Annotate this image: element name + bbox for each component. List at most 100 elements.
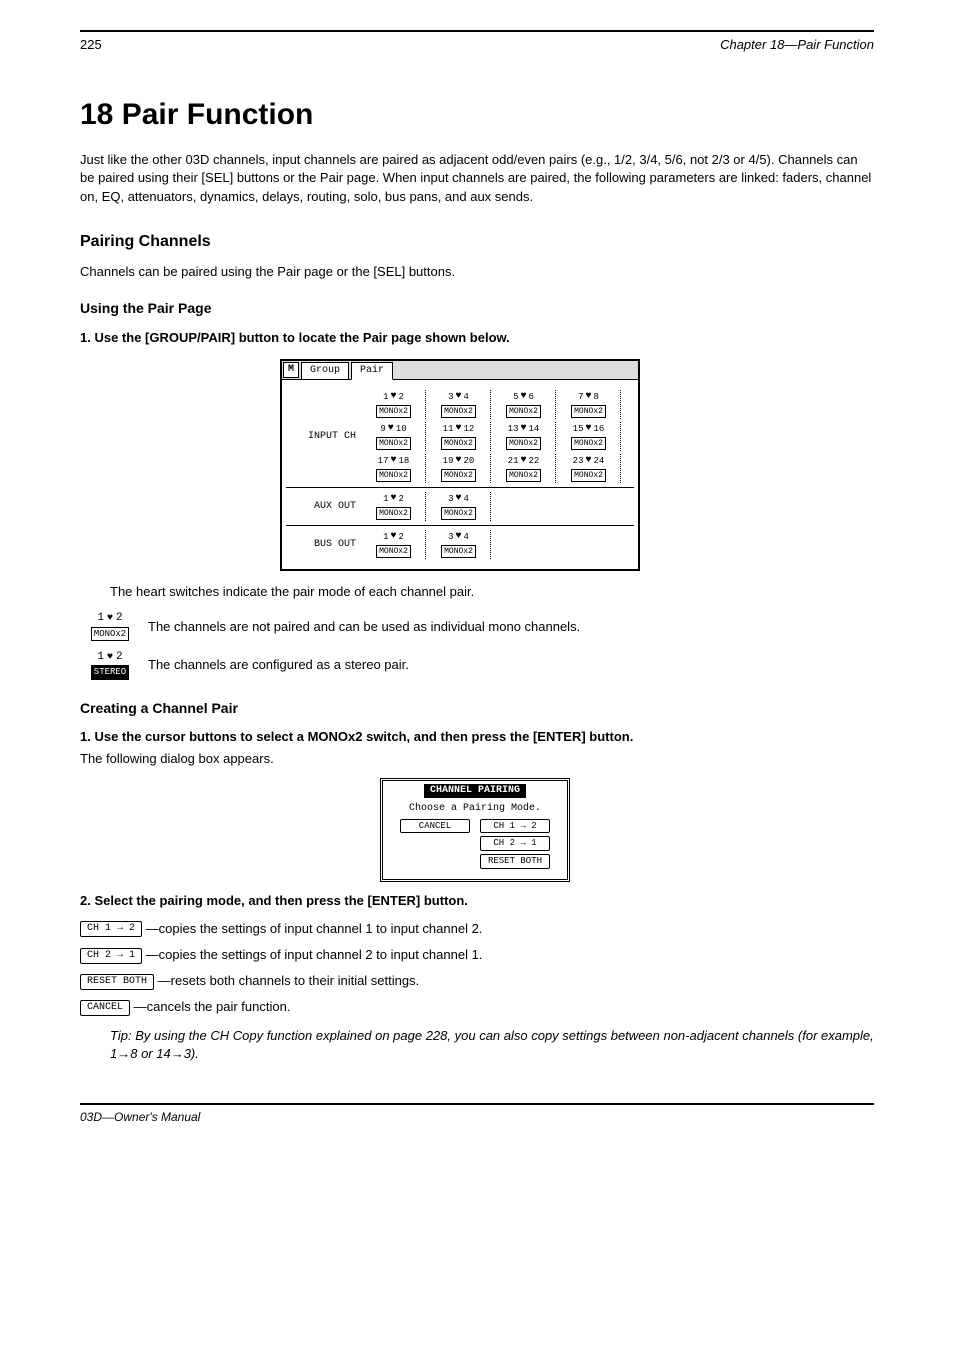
pair-switch[interactable]: 11 ♥ 12MONOx2: [431, 422, 491, 451]
page-header: 225 Chapter 18—Pair Function: [80, 30, 874, 54]
create-pair-step-2: 2. Select the pairing mode, and then pre…: [80, 892, 874, 910]
reset-both-button-inline[interactable]: RESET BOTH: [80, 974, 154, 990]
broken-heart-icon: ♥: [107, 612, 113, 626]
heart-icon: ♥: [107, 651, 113, 665]
pair-mode-button[interactable]: MONOx2: [441, 405, 476, 418]
broken-heart-icon: ♥: [388, 422, 394, 436]
step-1-text: Use the [GROUP/PAIR] button to locate th…: [94, 330, 509, 345]
channel-pairing-dialog: CHANNEL PAIRING Choose a Pairing Mode. C…: [380, 778, 570, 882]
heading-pairing-channels: Pairing Channels: [80, 231, 874, 253]
pair-mode-button[interactable]: MONOx2: [506, 437, 541, 450]
monox2-desc: The channels are not paired and can be u…: [148, 618, 580, 636]
pair-switch[interactable]: 3 ♥ 4MONOx2: [431, 390, 491, 419]
pair-example-stereo: 1 ♥ 2 STEREO: [80, 650, 140, 681]
pair-mode-button[interactable]: MONOx2: [376, 405, 411, 418]
pair-switch[interactable]: 7 ♥ 8MONOx2: [561, 390, 621, 419]
broken-heart-icon: ♥: [585, 454, 591, 468]
pair-switch[interactable]: 15 ♥ 16MONOx2: [561, 422, 621, 451]
pair-switch[interactable]: 19 ♥ 20MONOx2: [431, 454, 491, 483]
tab-pair[interactable]: Pair: [351, 362, 393, 380]
screen-section: INPUT CH1 ♥ 2MONOx23 ♥ 4MONOx25 ♥ 6MONOx…: [286, 386, 634, 488]
pair-switch[interactable]: 1 ♥ 2MONOx2: [366, 390, 426, 419]
broken-heart-icon: ♥: [390, 390, 396, 404]
pair-mode-button[interactable]: MONOx2: [571, 405, 606, 418]
broken-heart-icon: ♥: [455, 390, 461, 404]
pair-switch[interactable]: 1 ♥ 2MONOx2: [366, 492, 426, 521]
broken-heart-icon: ♥: [390, 492, 396, 506]
cancel-button-inline[interactable]: CANCEL: [80, 1000, 130, 1016]
pair-switch[interactable]: 23 ♥ 24MONOx2: [561, 454, 621, 483]
create-pair-step-1: 1. Use the cursor buttons to select a MO…: [80, 728, 874, 767]
tip-label: Tip:: [110, 1028, 132, 1043]
desc-ch12: —copies the settings of input channel 1 …: [146, 921, 483, 936]
ch2-to-1-button[interactable]: CH 2 → 1: [480, 836, 550, 851]
broken-heart-icon: ♥: [455, 492, 461, 506]
section-label: AUX OUT: [286, 500, 366, 514]
pair-mode-button[interactable]: MONOx2: [376, 545, 411, 558]
pair-switch[interactable]: 5 ♥ 6MONOx2: [496, 390, 556, 419]
pair-switch[interactable]: 3 ♥ 4MONOx2: [431, 530, 491, 559]
pair-mode-button[interactable]: MONOx2: [506, 405, 541, 418]
step-1-followup: The following dialog box appears.: [80, 750, 874, 768]
section-label: INPUT CH: [286, 430, 366, 444]
pair-switch[interactable]: 21 ♥ 22MONOx2: [496, 454, 556, 483]
cancel-button[interactable]: CANCEL: [400, 819, 470, 834]
stereo-desc: The channels are configured as a stereo …: [148, 656, 409, 674]
pair-mode-button[interactable]: MONOx2: [441, 437, 476, 450]
dialog-title: CHANNEL PAIRING: [424, 784, 526, 798]
pair-switch[interactable]: 13 ♥ 14MONOx2: [496, 422, 556, 451]
heading-using-pair-page: Using the Pair Page: [80, 299, 874, 319]
pair-example-monox2: 1 ♥ 2 MONOx2: [80, 611, 140, 642]
page-number: 225: [80, 36, 102, 54]
pair-mode-button[interactable]: MONOx2: [571, 437, 606, 450]
tip-body: By using the CH Copy function explained …: [110, 1028, 874, 1061]
heading-creating-channel-pair: Creating a Channel Pair: [80, 699, 874, 719]
pair-mode-button[interactable]: MONOx2: [506, 469, 541, 482]
pair-mode-button[interactable]: MONOx2: [441, 545, 476, 558]
screen-section: AUX OUT1 ♥ 2MONOx23 ♥ 4MONOx2: [286, 488, 634, 526]
step-1: 1. Use the [GROUP/PAIR] button to locate…: [80, 329, 874, 347]
desc-cancel: —cancels the pair function.: [134, 999, 291, 1014]
broken-heart-icon: ♥: [585, 390, 591, 404]
pair-mode-button[interactable]: MONOx2: [441, 507, 476, 520]
pair-left-num: 1: [97, 650, 104, 665]
pair-mode-button[interactable]: MONOx2: [376, 437, 411, 450]
pair-left-num: 1: [97, 611, 104, 626]
ch1-to-2-button[interactable]: CH 1 → 2: [480, 819, 550, 834]
pair-right-num: 2: [116, 611, 123, 626]
pair-switch[interactable]: 1 ♥ 2MONOx2: [366, 530, 426, 559]
pair-mode-button[interactable]: MONOx2: [571, 469, 606, 482]
ch2-to-1-button-inline[interactable]: CH 2 → 1: [80, 948, 142, 964]
tab-group[interactable]: Group: [301, 362, 349, 380]
screen-tabs: M Group Pair: [282, 361, 638, 380]
page-footer: 03D—Owner's Manual: [80, 1103, 874, 1126]
pair-mode-button[interactable]: MONOx2: [441, 469, 476, 482]
broken-heart-icon: ♥: [585, 422, 591, 436]
pair-switch[interactable]: 17 ♥ 18MONOx2: [366, 454, 426, 483]
tip-paragraph: Tip: By using the CH Copy function expla…: [110, 1027, 874, 1063]
step-1-num: 1.: [80, 330, 91, 345]
section-label: BUS OUT: [286, 538, 366, 552]
pair-switch[interactable]: 3 ♥ 4MONOx2: [431, 492, 491, 521]
desc-ch21: —copies the settings of input channel 2 …: [146, 947, 483, 962]
dialog-prompt: Choose a Pairing Mode.: [390, 802, 560, 816]
heart-switch-desc: The heart switches indicate the pair mod…: [110, 583, 874, 601]
mode-stereo: STEREO: [91, 665, 129, 680]
mode-monox2: MONOx2: [91, 627, 129, 642]
menu-icon[interactable]: M: [283, 362, 299, 378]
broken-heart-icon: ♥: [455, 422, 461, 436]
broken-heart-icon: ♥: [390, 530, 396, 544]
pair-page-screenshot: M Group Pair INPUT CH1 ♥ 2MONOx23 ♥ 4MON…: [280, 359, 640, 571]
broken-heart-icon: ♥: [455, 454, 461, 468]
reset-both-button[interactable]: RESET BOTH: [480, 854, 550, 869]
desc-reset: —resets both channels to their initial s…: [158, 973, 420, 988]
ch1-to-2-button-inline[interactable]: CH 1 → 2: [80, 921, 142, 937]
pair-mode-button[interactable]: MONOx2: [376, 469, 411, 482]
broken-heart-icon: ♥: [455, 530, 461, 544]
broken-heart-icon: ♥: [520, 454, 526, 468]
broken-heart-icon: ♥: [390, 454, 396, 468]
pair-mode-button[interactable]: MONOx2: [376, 507, 411, 520]
page-title: 18 Pair Function: [80, 94, 874, 136]
pair-switch[interactable]: 9 ♥ 10MONOx2: [366, 422, 426, 451]
broken-heart-icon: ♥: [520, 390, 526, 404]
